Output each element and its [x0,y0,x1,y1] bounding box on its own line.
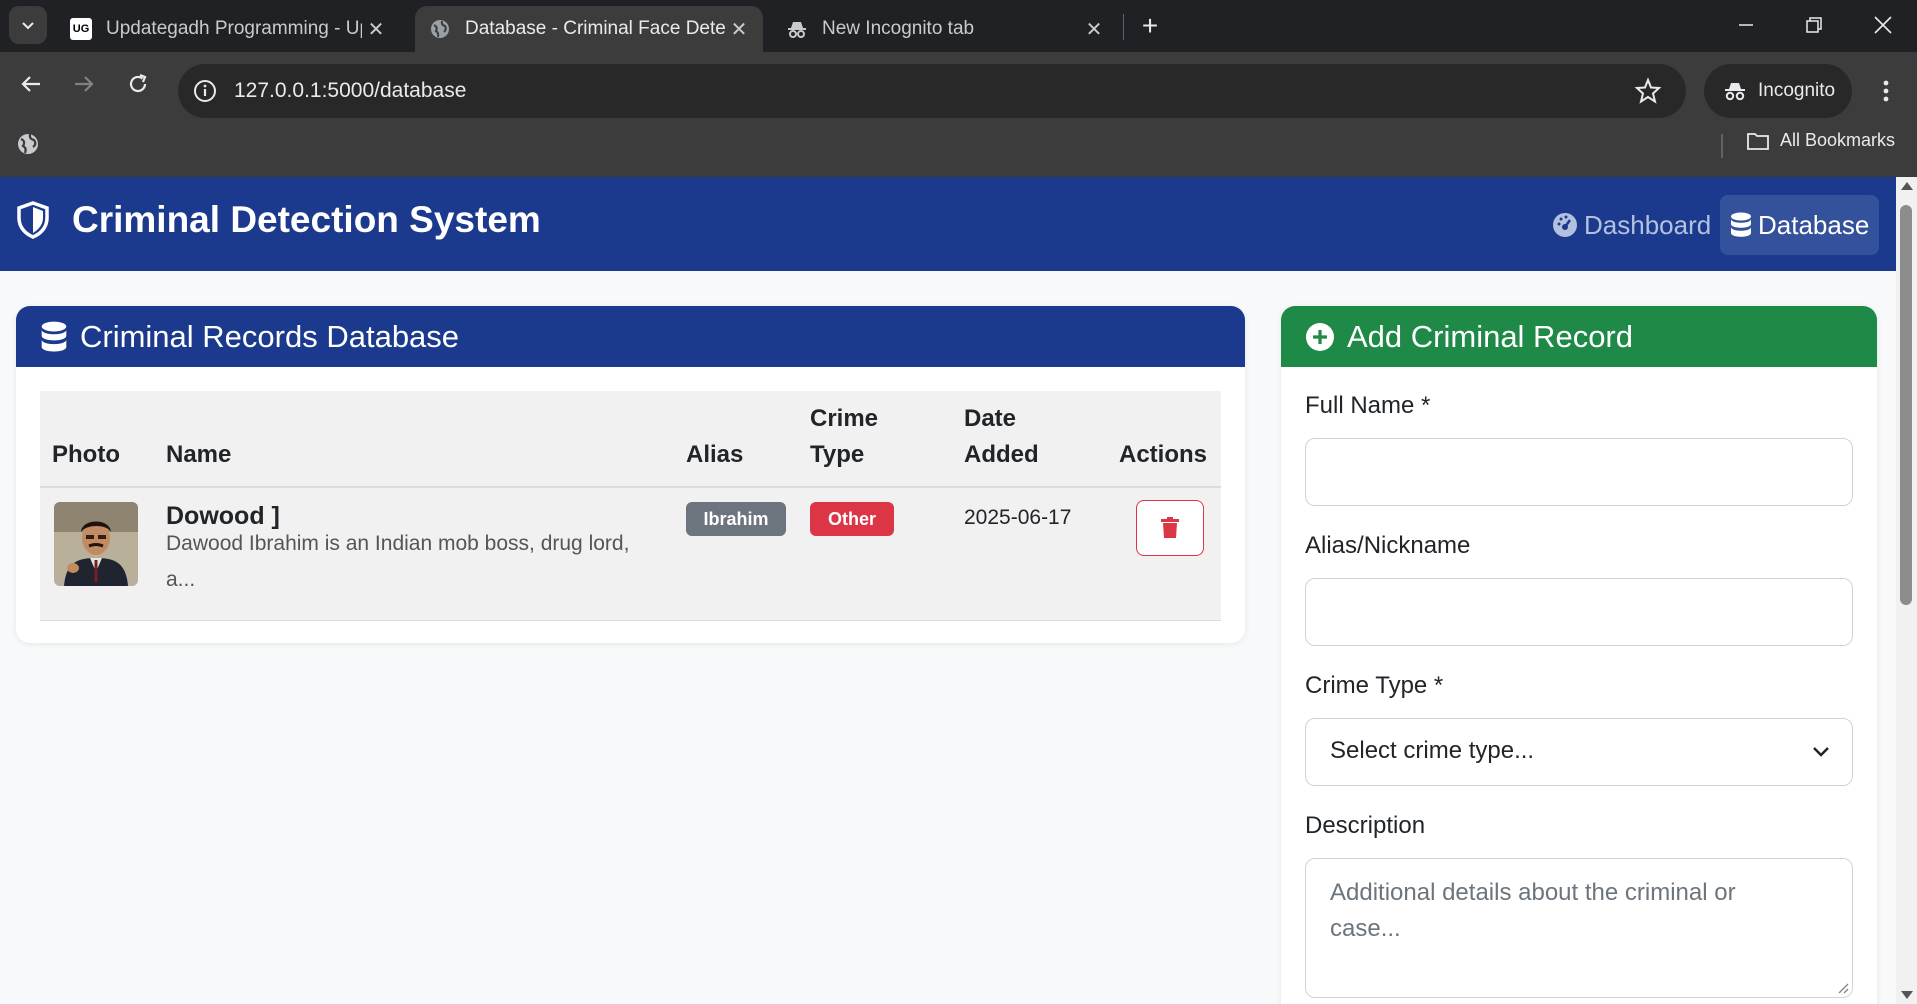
tab-title: New Incognito tab [822,18,975,39]
restore-icon [1806,17,1822,33]
database-icon [1731,212,1751,237]
incognito-icon [1725,83,1745,101]
criminal-photo [54,502,138,586]
nav-database[interactable]: Database [1720,195,1880,255]
col-actions: Actions [1119,441,1208,468]
table-row: Dowood ] Dawood Ibrahim is an Indian mob… [40,488,1221,621]
globe-icon[interactable] [16,132,40,156]
description-placeholder-line1: Additional details about the criminal or [1330,879,1736,906]
bookmarks-separator [1721,134,1723,158]
browser-tab-strip: UG Updategadh Programming - Up ✕ Databas… [0,0,1917,52]
table-header: Photo Name Alias Crime Type Date Added A… [40,391,1221,488]
records-title: Criminal Records Database [80,318,460,354]
address-bar[interactable]: 127.0.0.1:5000/database [178,64,1686,118]
tab-title: Updategadh Programming - Up [106,18,362,39]
add-record-card-header: Add Criminal Record [1281,306,1877,367]
full-name-input[interactable] [1305,438,1853,506]
forward-button[interactable] [62,62,106,106]
nav-dashboard[interactable]: Dashboard [1542,195,1721,255]
incognito-icon [786,18,808,40]
page-viewport: Criminal Detection System Dashboard Data… [0,177,1917,1004]
browser-toolbar: 127.0.0.1:5000/database Incognito All Bo… [0,52,1917,177]
gauge-icon [1553,213,1577,237]
record-date-added: 2025-06-17 [964,506,1072,529]
col-crime-type-line1: Crime [810,405,879,432]
arrow-right-icon [75,76,94,92]
col-date-added-line2: Added [964,441,1039,468]
col-name: Name [166,441,232,468]
arrow-left-icon [21,76,40,92]
minimize-icon [1739,24,1753,26]
nav-database-label: Database [1758,209,1870,240]
crime-type-badge: Other [810,502,894,536]
all-bookmarks-button[interactable]: All Bookmarks [1746,130,1895,151]
shield-icon [17,201,49,239]
alias-input[interactable] [1305,578,1853,646]
col-photo: Photo [52,441,120,468]
crime-type-label: Crime Type * [1305,672,1444,699]
folder-icon [1747,132,1769,150]
close-tab-icon[interactable]: ✕ [362,15,390,43]
tab-updategadh[interactable]: UG Updategadh Programming - Up ✕ [60,6,400,52]
tab-separator [1123,14,1124,40]
col-crime-type-line2: Type [810,441,865,468]
description-label: Description [1305,812,1426,839]
incognito-profile-button[interactable]: Incognito [1704,64,1852,118]
full-name-label: Full Name * [1305,392,1431,419]
tab-new-incognito[interactable]: New Incognito tab ✕ [778,6,1118,52]
record-description-line2: a... [166,568,196,591]
alias-label: Alias/Nickname [1305,532,1471,559]
tab-title: Database - Criminal Face Detect [465,18,725,39]
records-card: Criminal Records Database Photo Name Ali… [16,306,1245,643]
incognito-label: Incognito [1758,80,1836,101]
browser-menu-button[interactable] [1872,74,1900,108]
globe-icon [429,18,451,40]
more-vertical-icon [1883,80,1889,102]
delete-record-button[interactable] [1136,500,1204,556]
scroll-down-arrow-icon[interactable] [1901,991,1913,999]
records-card-header: Criminal Records Database [16,306,1245,367]
scrollbar-thumb[interactable] [1900,205,1912,605]
close-window-button[interactable] [1849,0,1917,50]
close-tab-icon[interactable]: ✕ [725,15,753,43]
nav-dashboard-label: Dashboard [1584,209,1712,240]
crime-type-selected: Select crime type... [1330,737,1535,764]
close-tab-icon[interactable]: ✕ [1080,15,1108,43]
col-date-added-line1: Date [964,405,1017,432]
back-button[interactable] [9,62,53,106]
brand-title: Criminal Detection System [72,199,541,240]
alias-badge: Ibrahim [686,502,786,536]
restore-button[interactable] [1780,0,1848,50]
records-table: Photo Name Alias Crime Type Date Added A… [40,391,1221,621]
brand[interactable]: Criminal Detection System [16,199,541,241]
minimize-button[interactable] [1712,0,1780,50]
all-bookmarks-label: All Bookmarks [1780,130,1896,150]
tab-search-button[interactable] [9,6,47,44]
new-tab-button[interactable]: + [1132,8,1168,44]
database-icon [41,321,67,351]
plus-circle-icon [1306,322,1334,351]
page-scrollbar[interactable] [1896,177,1917,1004]
trash-icon [1161,517,1179,538]
description-placeholder-line2: case... [1330,915,1401,942]
scroll-up-arrow-icon[interactable] [1901,182,1913,190]
tab-database[interactable]: Database - Criminal Face Detect ✕ [415,6,763,52]
chevron-down-icon [1813,747,1829,757]
url-text: 127.0.0.1:5000/database [234,79,467,102]
resize-handle-icon[interactable] [1835,980,1849,994]
app-navbar: Criminal Detection System Dashboard Data… [0,177,1896,271]
reload-icon [129,73,147,93]
info-icon[interactable] [192,78,218,104]
add-record-title: Add Criminal Record [1347,318,1633,354]
col-alias: Alias [686,441,744,468]
star-icon[interactable] [1634,77,1662,105]
updategadh-logo-icon: UG [70,18,92,40]
close-icon [1874,16,1892,34]
record-description-line1: Dawood Ibrahim is an Indian mob boss, dr… [166,532,630,555]
chevron-down-icon [22,22,34,30]
description-textarea[interactable]: Additional details about the criminal or… [1305,858,1853,998]
reload-button[interactable] [116,62,160,106]
crime-type-select[interactable]: Select crime type... [1305,718,1853,786]
add-record-card: Add Criminal Record Full Name * Alias/Ni… [1281,306,1877,1004]
